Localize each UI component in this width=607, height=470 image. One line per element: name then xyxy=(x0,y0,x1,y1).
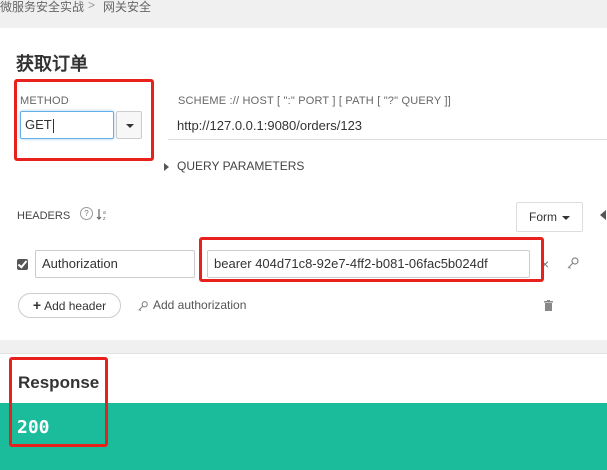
breadcrumb-parent[interactable]: 微服务安全实战 xyxy=(0,0,84,15)
add-header-button[interactable]: + Add header xyxy=(18,293,121,318)
form-mode-dropdown[interactable]: Form xyxy=(516,202,583,232)
response-title: Response xyxy=(18,373,100,392)
text-cursor xyxy=(52,118,54,133)
plus-icon: + xyxy=(32,297,42,313)
query-parameters-label: QUERY PARAMETERS xyxy=(177,159,305,173)
svg-text:z: z xyxy=(103,216,106,221)
status-code: 200 xyxy=(17,417,50,438)
add-authorization-label: Add authorization xyxy=(153,298,247,312)
method-value: GET xyxy=(25,117,52,132)
remove-header-icon[interactable]: × xyxy=(541,256,549,272)
key-icon xyxy=(137,300,149,312)
url-input[interactable]: http://127.0.0.1:9080/orders/123 xyxy=(168,112,607,140)
request-title: 获取订单 xyxy=(16,54,88,74)
breadcrumb-separator: > xyxy=(88,0,96,12)
add-authorization-link[interactable]: Add authorization xyxy=(137,298,246,312)
help-icon[interactable]: ? xyxy=(80,207,93,220)
sort-icon[interactable]: a z xyxy=(96,208,108,224)
headers-label: HEADERS xyxy=(17,210,71,222)
key-icon[interactable] xyxy=(566,256,580,270)
header-name-input[interactable]: Authorization xyxy=(35,250,195,278)
method-label: METHOD xyxy=(20,95,69,107)
header-enabled-checkbox[interactable] xyxy=(17,259,28,270)
collapse-arrow-icon[interactable] xyxy=(600,210,606,220)
breadcrumb: 微服务安全实战 > 网关安全 xyxy=(0,0,607,24)
query-parameters-toggle[interactable]: QUERY PARAMETERS xyxy=(164,159,304,173)
method-input[interactable]: GET xyxy=(20,111,114,139)
trash-icon[interactable] xyxy=(543,298,554,311)
status-bar xyxy=(0,403,607,470)
url-label: SCHEME :// HOST [ ":" PORT ] [ PATH [ "?… xyxy=(178,95,451,107)
caret-right-icon xyxy=(164,162,169,171)
method-dropdown-button[interactable] xyxy=(116,111,142,139)
breadcrumb-current: 网关安全 xyxy=(103,0,152,14)
add-header-label: Add header xyxy=(44,299,107,313)
header-value-input[interactable]: bearer 404d71c8-92e7-4ff2-b081-06fac5b02… xyxy=(207,250,530,278)
